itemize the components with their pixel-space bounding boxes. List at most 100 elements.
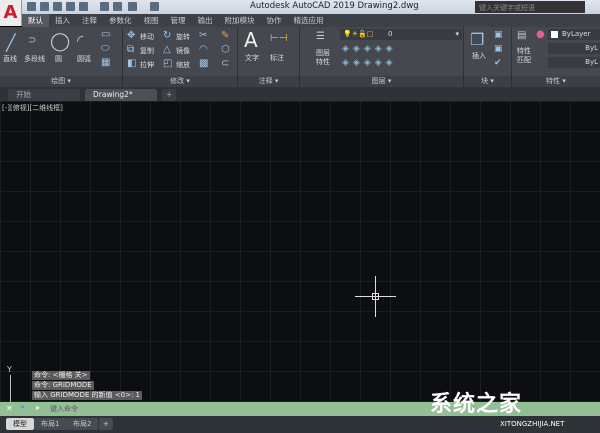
share-icon[interactable] [100, 2, 109, 11]
color-value: ByLayer [562, 30, 591, 38]
properties-panel: ▤ 特性匹配 ● ByLayer ByL ByL 特性 ▾ [512, 27, 600, 87]
new-tab-button[interactable]: + [162, 89, 177, 101]
match-properties-button[interactable]: 特性匹配 [517, 47, 531, 65]
annotation-panel-title[interactable]: 注释 ▾ [238, 76, 299, 87]
lineweight-value: ByL [585, 58, 598, 66]
tab-manage[interactable]: 管理 [165, 14, 192, 27]
tab-addins[interactable]: 附加模块 [219, 14, 261, 27]
tab-start[interactable]: 开始 [8, 89, 80, 101]
rectangle-icon[interactable]: ▭ [101, 29, 110, 40]
viewport-controls[interactable]: [-][俯视][二维线框] [2, 103, 63, 113]
edit-block-icon[interactable]: ▣ [494, 44, 503, 54]
command-prompt-icon: ▸ [36, 403, 41, 412]
open-icon[interactable] [40, 2, 49, 11]
color-dropdown[interactable]: ByLayer [548, 29, 600, 40]
document-tabs: 开始 Drawing2* + [0, 87, 600, 101]
app-logo[interactable]: A [0, 0, 22, 26]
chevron-down-icon: ▾ [455, 30, 459, 38]
rotate-button[interactable]: 旋转 [176, 32, 190, 42]
tab-model[interactable]: 模型 [6, 418, 34, 430]
tab-insert[interactable]: 插入 [49, 14, 76, 27]
print-icon[interactable] [113, 2, 122, 11]
layer-properties-icon: ☰ [316, 31, 325, 42]
circle-button[interactable]: 圆 [55, 54, 62, 64]
drawing-canvas[interactable]: [-][俯视][二维线框] Y 命令: <栅格 关> 命令: GRIDMODE … [0, 101, 600, 405]
undo-icon[interactable] [128, 2, 137, 11]
tab-featured-apps[interactable]: 精选应用 [288, 14, 330, 27]
explode-icon[interactable]: ⬡ [221, 44, 230, 55]
copy-button[interactable]: 复制 [140, 46, 154, 56]
command-input[interactable]: 键入命令 [50, 404, 78, 414]
search-input[interactable]: 键入关键字或短语 [475, 1, 585, 13]
lineweight-dropdown[interactable]: ByL [548, 57, 600, 68]
text-button[interactable]: 文字 [245, 53, 259, 63]
insert-button[interactable]: 插入 [472, 51, 486, 61]
draw-panel-title[interactable]: 绘图 ▾ [0, 76, 122, 87]
title-bar: Autodesk AutoCAD 2019 Drawing2.dwg 键入关键字… [0, 0, 600, 14]
ribbon-tabs: 默认 插入 注释 参数化 视图 管理 输出 附加模块 协作 精选应用 [22, 14, 600, 27]
save-icon[interactable] [53, 2, 62, 11]
add-layout-button[interactable]: + [99, 418, 113, 430]
crosshair-pickbox [372, 293, 379, 300]
tab-drawing2[interactable]: Drawing2* [85, 89, 157, 101]
block-attributes-icon[interactable]: ✔ [494, 58, 502, 68]
tab-layout1[interactable]: 布局1 [34, 418, 67, 430]
hatch-icon[interactable]: ▦ [101, 57, 110, 68]
arc-icon: ◜ [77, 31, 84, 50]
create-block-icon[interactable]: ▣ [494, 30, 503, 40]
watermark-logo: 系统之家 [430, 392, 523, 417]
linetype-dropdown[interactable]: ByL [548, 43, 600, 54]
tab-view[interactable]: 视图 [138, 14, 165, 27]
tab-output[interactable]: 输出 [192, 14, 219, 27]
polyline-button[interactable]: 多段线 [24, 54, 45, 64]
mirror-icon: △ [163, 44, 171, 55]
tab-default[interactable]: 默认 [22, 14, 49, 27]
modify-panel-title[interactable]: 修改 ▾ [123, 76, 237, 87]
stretch-icon: ◧ [127, 58, 137, 69]
customize-icon[interactable]: 🔧 [19, 404, 29, 413]
mirror-button[interactable]: 镜像 [176, 46, 190, 56]
close-icon[interactable]: ✕ [6, 404, 13, 413]
line-button[interactable]: 直线 [3, 54, 17, 64]
move-button[interactable]: 移动 [140, 32, 154, 42]
color-wheel-icon: ● [536, 29, 545, 40]
save-as-icon[interactable] [66, 2, 75, 11]
erase-icon[interactable]: ✎ [221, 30, 229, 41]
tab-annotate[interactable]: 注释 [76, 14, 103, 27]
tab-collaborate[interactable]: 协作 [261, 14, 288, 27]
match-properties-icon: ▤ [517, 30, 527, 41]
layers-panel-title[interactable]: 图层 ▾ [300, 76, 463, 87]
text-icon: A [244, 28, 258, 52]
array-icon[interactable]: ▩ [199, 58, 208, 69]
circle-icon: ◯ [50, 31, 71, 52]
insert-block-icon: ❐ [470, 30, 485, 49]
tab-parametric[interactable]: 参数化 [103, 14, 138, 27]
ellipse-icon[interactable]: ⬭ [101, 43, 110, 54]
arc-button[interactable]: 圆弧 [77, 54, 91, 64]
rotate-icon: ↻ [163, 30, 172, 41]
upload-icon[interactable] [79, 2, 88, 11]
scale-icon: ◰ [163, 58, 173, 69]
stretch-button[interactable]: 拉伸 [140, 60, 154, 70]
block-panel-title[interactable]: 块 ▾ [464, 76, 511, 87]
tab-layout2[interactable]: 布局2 [66, 418, 99, 430]
ribbon: ╱ 直线 ⊃ 多段线 ◯ 圆 ◜ 圆弧 ▭ ⬭ ▦ 绘图 ▾ ✥ 移动 ↻ 旋转 ⧉… [0, 27, 600, 87]
trim-icon[interactable]: ✂ [199, 30, 207, 41]
layer-tools-row1-icon[interactable]: ◈◈◈◈◈ [342, 44, 397, 54]
scale-button[interactable]: 缩放 [176, 60, 190, 70]
new-icon[interactable] [27, 2, 36, 11]
offset-icon[interactable]: ⊂ [221, 58, 229, 69]
fillet-icon[interactable]: ◠ [199, 44, 208, 55]
layer-tools-row2-icon[interactable]: ◈◈◈◈◈ [342, 58, 397, 68]
layer-dropdown[interactable]: 💡☀🔓□ 0 ▾ [340, 29, 462, 40]
redo-icon[interactable] [150, 2, 159, 11]
dimension-button[interactable]: 标注 [270, 53, 284, 63]
command-history-line: 命令: GRIDMODE [32, 381, 94, 390]
layer-state-icons: 💡☀🔓□ [343, 30, 374, 38]
layer-properties-button[interactable]: 图层特性 [316, 49, 330, 67]
ucs-icon [10, 375, 11, 405]
properties-panel-title[interactable]: 特性 ▾ [512, 76, 600, 87]
copy-icon: ⧉ [127, 44, 135, 55]
line-icon: ╱ [6, 33, 16, 52]
annotation-panel: A 文字 ⊢⊣ 标注 注释 ▾ [238, 27, 300, 87]
